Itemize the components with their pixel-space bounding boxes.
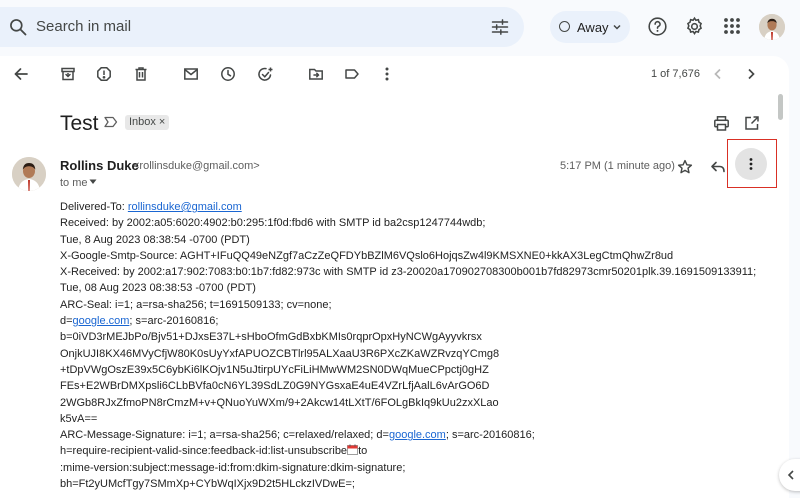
report-spam-icon[interactable] — [96, 66, 112, 82]
label-tag-icon[interactable] — [344, 66, 360, 82]
body-line: b=0iVD3rMEJbPo/Bjv51+DJxsE37L+sHboOfmGdB… — [60, 331, 482, 344]
body-text: d= — [60, 315, 73, 328]
add-to-tasks-icon[interactable] — [257, 66, 274, 83]
body-line: d=google.com; s=arc-20160816; — [60, 313, 775, 329]
body-line: OnjkUJI8KX46MVyCfjW80K0sUyYxfAPUOZCBTlrl… — [60, 347, 500, 360]
body-line: Tue, 8 Aug 2023 08:38:54 -0700 (PDT) — [60, 233, 250, 246]
back-arrow-icon[interactable] — [13, 66, 29, 82]
search-input[interactable]: Search in mail — [36, 18, 131, 35]
chevron-down-icon — [612, 22, 622, 32]
inbox-label-text: Inbox — [129, 116, 156, 128]
account-avatar[interactable] — [759, 14, 785, 40]
archive-icon[interactable] — [60, 66, 76, 82]
body-line: 2WGb8RJxZfmoPN8rCmzM+v+QNuoYuWXm/9+2Akcw… — [60, 396, 499, 409]
body-text: ; s=arc-20160816; — [129, 315, 219, 328]
email-timestamp: 5:17 PM (1 minute ago) — [560, 160, 675, 172]
body-line: X-Google-Smtp-Source: AGHT+IFuQQ49eNZgf7… — [60, 249, 674, 262]
search-options-icon[interactable] — [490, 17, 510, 37]
snooze-clock-icon[interactable] — [220, 66, 236, 82]
domain-link[interactable]: google.com — [73, 315, 130, 327]
body-text: ; s=arc-20160816; — [445, 429, 535, 442]
body-line: Tue, 08 Aug 2023 08:38:53 -0700 (PDT) — [60, 282, 256, 295]
star-icon[interactable] — [677, 159, 693, 175]
body-line: FEs+E2WBrDMXpsli6CLbBVfa0cN6YL39SdLZ0G9N… — [60, 380, 490, 393]
body-line: X-Received: by 2002:a17:902:7083:b0:1b7:… — [60, 266, 757, 279]
remove-label-button[interactable]: × — [159, 116, 165, 128]
top-bar: Search in mail Away — [0, 0, 800, 54]
body-line: bh=Ft2yUMcfTgy7SMmXp+CYbWqIXjx9D2t5HLckz… — [60, 478, 355, 491]
body-line: :mime-version:subject:message-id:from:dk… — [60, 461, 406, 474]
chevron-left-icon — [787, 470, 794, 480]
newer-chevron-left-icon[interactable] — [710, 66, 726, 82]
reply-arrow-icon[interactable] — [710, 159, 726, 175]
sender-email: <rollinsduke@gmail.com> — [133, 160, 260, 172]
away-status-icon — [559, 21, 570, 32]
calendar-emoji-icon — [347, 444, 358, 456]
email-subject: Test — [60, 112, 99, 135]
recipient-details-dropdown-icon[interactable] — [89, 179, 97, 185]
body-line: Received: by 2002:a05:6020:4902:b0:295:1… — [60, 217, 486, 230]
more-options-icon[interactable] — [379, 66, 395, 82]
email-link[interactable]: rollinsduke@gmail.com — [128, 201, 242, 213]
body-line: h=require-recipient-valid-since:feedback… — [60, 443, 775, 459]
search-bar[interactable]: Search in mail — [0, 7, 524, 47]
body-text: to — [358, 445, 368, 458]
email-body: Delivered-To: rollinsduke@gmail.com Rece… — [60, 199, 775, 492]
status-label: Away — [577, 20, 609, 35]
older-chevron-right-icon[interactable] — [743, 66, 759, 82]
body-line: Delivered-To: rollinsduke@gmail.com — [60, 199, 775, 215]
inbox-label-chip: Inbox × — [125, 115, 170, 130]
body-line: +tDpVWgOszE39x5C6ybKi6lKOjv1N5uJtirpUYcF… — [60, 363, 489, 376]
mark-unread-mail-icon[interactable] — [183, 66, 199, 82]
status-selector[interactable]: Away — [550, 11, 630, 43]
message-counter: 1 of 7,676 — [651, 68, 700, 80]
search-icon[interactable] — [8, 17, 28, 37]
apps-grid-icon[interactable] — [722, 16, 742, 36]
open-new-window-icon[interactable] — [744, 115, 760, 131]
scrollbar-track[interactable] — [789, 56, 800, 498]
importance-marker-icon[interactable] — [104, 116, 118, 128]
body-text: h=require-recipient-valid-since:feedback… — [60, 445, 348, 458]
sender-avatar[interactable] — [12, 157, 46, 191]
body-text: ARC-Message-Signature: i=1; a=rsa-sha256… — [60, 429, 389, 442]
body-line: k5vA== — [60, 412, 98, 425]
delete-trash-icon[interactable] — [133, 66, 149, 82]
settings-gear-icon[interactable] — [684, 16, 705, 37]
print-icon[interactable] — [713, 115, 730, 132]
body-text: Delivered-To: — [60, 201, 128, 213]
recipient-text[interactable]: to me — [60, 177, 88, 189]
domain-link[interactable]: google.com — [389, 429, 446, 441]
move-to-folder-icon[interactable] — [308, 66, 324, 82]
body-line: ARC-Seal: i=1; a=rsa-sha256; t=169150913… — [60, 298, 332, 311]
body-line: ARC-Message-Signature: i=1; a=rsa-sha256… — [60, 427, 775, 443]
scrollbar-thumb[interactable] — [778, 94, 783, 120]
help-icon[interactable] — [647, 16, 668, 37]
highlight-box — [727, 139, 777, 188]
sender-name[interactable]: Rollins Duke — [60, 158, 139, 173]
